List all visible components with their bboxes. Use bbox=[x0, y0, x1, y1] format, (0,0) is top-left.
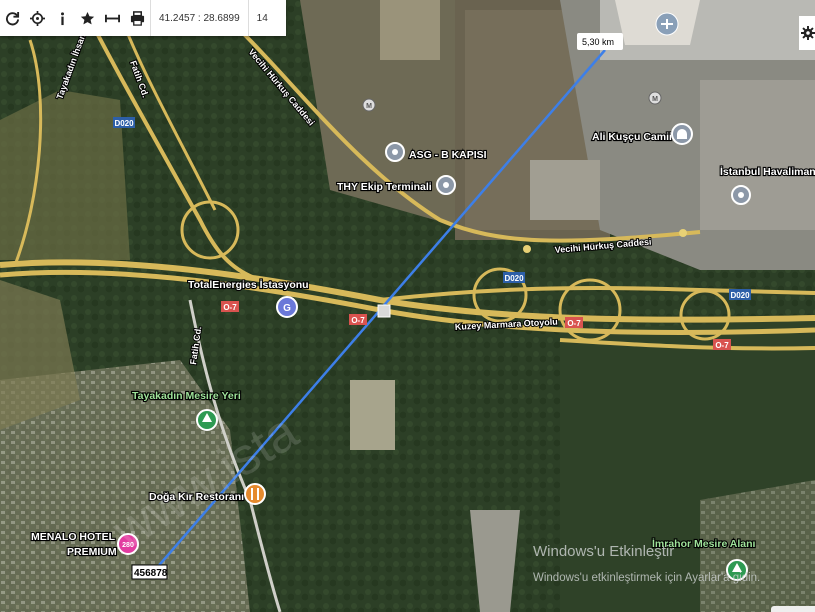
mosque-icon[interactable] bbox=[671, 123, 693, 145]
settings-button[interactable] bbox=[799, 16, 815, 50]
shield-o7-a: O-7 bbox=[221, 301, 239, 312]
place-total: TotalEnergies İstasyonu bbox=[188, 278, 309, 291]
svg-text:G: G bbox=[283, 303, 291, 314]
svg-text:D020: D020 bbox=[114, 119, 134, 128]
coordinate-readout: 41.2457 : 28.6899 bbox=[150, 0, 248, 36]
svg-text:O-7: O-7 bbox=[351, 316, 365, 325]
svg-text:O-7: O-7 bbox=[715, 341, 729, 350]
measure-icon[interactable] bbox=[100, 0, 125, 36]
plate-marker[interactable]: 456878 bbox=[131, 564, 168, 580]
map-attribution-chip bbox=[771, 606, 815, 612]
svg-text:D020: D020 bbox=[504, 274, 524, 283]
measure-midpoint[interactable] bbox=[377, 304, 391, 318]
satellite-map[interactable]: 5,30 km 456878 ASG - B KAPISI THY Ekip T… bbox=[0, 0, 815, 612]
zoom-level: 14 bbox=[247, 0, 276, 36]
location-pin-icon[interactable] bbox=[385, 142, 405, 162]
place-tayakadin-mesire: Tayakadın Mesire Yeri bbox=[132, 390, 241, 402]
shield-d020-a: D020 bbox=[113, 117, 135, 128]
place-asg: ASG - B KAPISI bbox=[409, 149, 487, 161]
shield-o7-c: O-7 bbox=[565, 317, 583, 328]
gas-station-icon[interactable]: G bbox=[276, 296, 298, 318]
shield-o7-d: O-7 bbox=[713, 339, 731, 350]
measure-distance-label: 5,30 km bbox=[577, 33, 623, 50]
place-kuscu: Ali Kuşçu Camii bbox=[592, 131, 672, 143]
place-menalo-2: PREMIUM bbox=[67, 546, 117, 558]
star-icon[interactable] bbox=[75, 0, 100, 36]
gear-icon bbox=[801, 26, 815, 40]
svg-text:M: M bbox=[366, 103, 372, 110]
svg-text:456878: 456878 bbox=[134, 568, 168, 579]
shield-d020-b: D020 bbox=[503, 272, 525, 283]
metro-icon[interactable]: M bbox=[648, 91, 662, 105]
svg-text:M: M bbox=[652, 96, 658, 103]
windows-activation-title: Windows'u Etkinleştir bbox=[533, 543, 674, 560]
metro-icon[interactable]: M bbox=[362, 98, 376, 112]
svg-text:5,30 km: 5,30 km bbox=[582, 37, 614, 47]
info-icon[interactable] bbox=[50, 0, 75, 36]
location-pin-icon[interactable] bbox=[731, 185, 751, 205]
place-thy: THY Ekip Terminali bbox=[337, 181, 432, 193]
svg-text:D020: D020 bbox=[730, 291, 750, 300]
refresh-icon[interactable] bbox=[0, 0, 25, 36]
place-airport: İstanbul Havalimanı bbox=[720, 165, 815, 178]
airport-icon[interactable] bbox=[655, 12, 679, 36]
park-icon[interactable] bbox=[196, 409, 218, 431]
print-icon[interactable] bbox=[125, 0, 150, 36]
svg-text:O-7: O-7 bbox=[567, 319, 581, 328]
map-toolbar: 41.2457 : 28.6899 14 bbox=[0, 0, 286, 36]
windows-activation-subtitle: Windows'u etkinleştirmek için Ayarlar'a … bbox=[533, 572, 760, 584]
locate-icon[interactable] bbox=[25, 0, 50, 36]
shield-o7-b: O-7 bbox=[349, 314, 367, 325]
location-pin-icon[interactable] bbox=[436, 175, 456, 195]
place-menalo-1: MENALO HOTEL bbox=[31, 531, 116, 543]
shield-d020-c: D020 bbox=[729, 289, 751, 300]
svg-text:O-7: O-7 bbox=[223, 303, 237, 312]
